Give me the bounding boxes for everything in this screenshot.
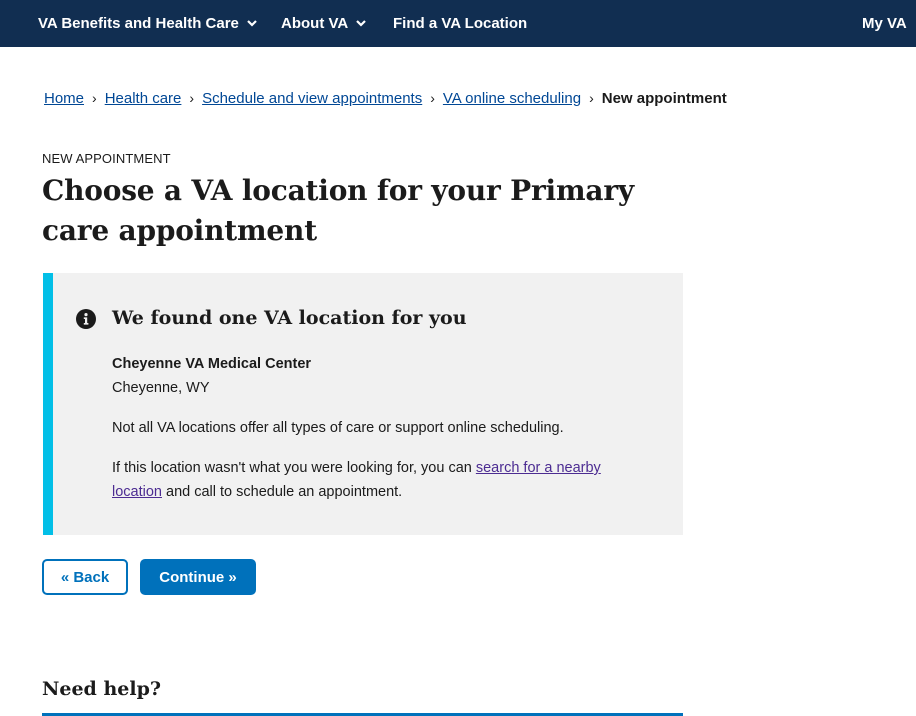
availability-note: Not all VA locations offer all types of … (112, 420, 564, 436)
facility-name: Cheyenne VA Medical Center (112, 356, 312, 372)
page-eyebrow: New appointment (42, 151, 171, 166)
alert-heading: We found one VA location for you (112, 307, 467, 329)
breadcrumb-online-scheduling-link[interactable]: VA online scheduling (443, 90, 581, 107)
search-instructions-suffix: and call to schedule an appointment. (161, 484, 403, 500)
top-navigation-bar: VA Benefits and Health Care About VA Fin… (0, 0, 916, 47)
nav-benefits-label: VA Benefits and Health Care (38, 15, 239, 32)
search-instructions: If this location wasn't what you were lo… (112, 456, 632, 504)
alert-body: Cheyenne VA Medical Center Cheyenne, WY … (112, 352, 632, 504)
nav-about-label: About VA (281, 15, 349, 32)
nav-menu-benefits[interactable]: VA Benefits and Health Care (38, 0, 257, 47)
need-help-heading: Need help? (42, 678, 161, 700)
nav-menu-about[interactable]: About VA (281, 0, 366, 47)
breadcrumb-separator: › (189, 90, 195, 106)
nav-my-va-label: My VA (862, 15, 907, 32)
page-title: Choose a VA location for your Primary ca… (42, 174, 634, 247)
breadcrumb: Home › Health care › Schedule and view a… (44, 88, 727, 108)
breadcrumb-schedule-link[interactable]: Schedule and view appointments (202, 90, 422, 107)
nav-link-find-location[interactable]: Find a VA Location (393, 0, 527, 47)
breadcrumb-separator: › (92, 90, 97, 106)
breadcrumb-home-link[interactable]: Home (44, 90, 84, 107)
facility-city: Cheyenne, WY (112, 380, 210, 396)
info-alert: We found one VA location for you Cheyenn… (43, 273, 683, 535)
breadcrumb-separator: › (589, 90, 594, 106)
continue-button[interactable]: Continue » (140, 559, 256, 595)
search-instructions-prefix: If this location wasn't what you were lo… (112, 460, 476, 476)
breadcrumb-current-page: New appointment (601, 89, 727, 107)
breadcrumb-health-care-link[interactable]: Health care (105, 90, 182, 107)
chevron-down-icon (247, 20, 257, 27)
breadcrumb-separator: › (430, 90, 435, 106)
info-circle-icon (76, 309, 96, 329)
back-button[interactable]: « Back (42, 559, 128, 595)
chevron-down-icon (356, 20, 366, 27)
nav-link-my-va[interactable]: My VA (862, 0, 907, 47)
nav-find-location-label: Find a VA Location (393, 15, 528, 32)
